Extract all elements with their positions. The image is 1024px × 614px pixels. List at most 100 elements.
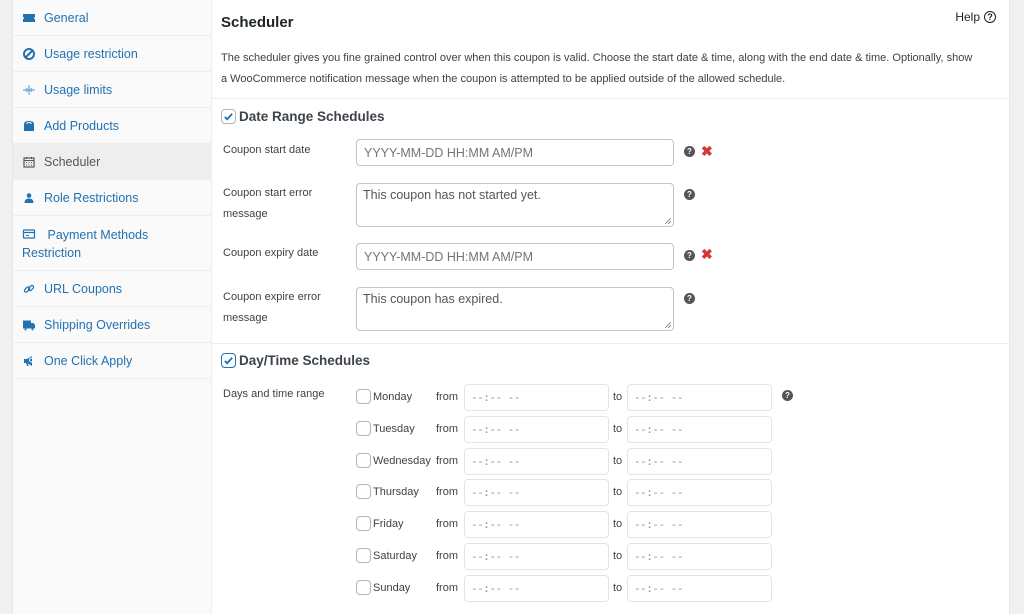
to-time-input[interactable]: --:-- -- bbox=[627, 543, 772, 570]
from-time-input[interactable]: --:-- -- bbox=[464, 511, 609, 538]
label-line-2: message bbox=[223, 208, 268, 220]
day-checkbox[interactable] bbox=[356, 548, 371, 563]
sidebar-item-label: Scheduler bbox=[44, 154, 101, 169]
coupon-start-date-label: Coupon start date bbox=[223, 144, 311, 156]
coupon-expiry-date-input[interactable] bbox=[356, 243, 674, 270]
to-time-input[interactable]: --:-- -- bbox=[627, 575, 772, 602]
help-tip-icon[interactable]: ? bbox=[684, 146, 695, 157]
day-time-header: Day/Time Schedules bbox=[221, 353, 370, 368]
sidebar-item-payment-methods-restriction[interactable]: Payment Methods Restriction bbox=[13, 216, 211, 271]
checkmark-icon bbox=[224, 357, 233, 365]
sidebar-item-usage-limits[interactable]: Usage limits bbox=[13, 72, 211, 108]
sidebar-item-general[interactable]: General bbox=[13, 0, 211, 36]
sidebar-item-label: Role Restrictions bbox=[44, 190, 139, 205]
help-circle-icon: ? bbox=[984, 11, 996, 23]
label-line-1: Coupon start error bbox=[223, 187, 313, 199]
from-label: from bbox=[436, 550, 458, 562]
intro-line-2: a WooCommerce notification message when … bbox=[221, 73, 786, 85]
sidebar-item-url-coupons[interactable]: URL Coupons bbox=[13, 271, 211, 307]
intro-line-1: The scheduler gives you fine grained con… bbox=[221, 52, 973, 64]
limits-icon bbox=[22, 83, 36, 97]
help-button[interactable]: Help ? bbox=[955, 10, 996, 24]
from-time-input[interactable]: --:-- -- bbox=[464, 479, 609, 506]
to-label: to bbox=[613, 582, 623, 594]
help-tip-icon[interactable]: ? bbox=[684, 189, 695, 200]
bag-icon bbox=[22, 119, 36, 133]
day-name: Monday bbox=[373, 391, 413, 403]
sidebar-item-one-click-apply[interactable]: One Click Apply bbox=[13, 343, 211, 379]
help-tip-icon[interactable]: ? bbox=[684, 293, 695, 304]
from-time-input[interactable]: --:-- -- bbox=[464, 575, 609, 602]
truck-icon bbox=[22, 318, 36, 332]
day-name: Thursday bbox=[373, 486, 419, 498]
sidebar-item-label: Usage restriction bbox=[44, 46, 138, 61]
day-checkbox[interactable] bbox=[356, 453, 371, 468]
user-icon bbox=[22, 191, 36, 205]
help-tip-icon[interactable]: ? bbox=[684, 250, 695, 261]
coupon-expiry-date-label: Coupon expiry date bbox=[223, 247, 319, 259]
sidebar-item-scheduler[interactable]: Scheduler bbox=[13, 144, 211, 180]
day-time-checkbox[interactable] bbox=[221, 353, 236, 368]
from-label: from bbox=[436, 582, 458, 594]
to-time-input[interactable]: --:-- -- bbox=[627, 416, 772, 443]
day-checkbox[interactable] bbox=[356, 580, 371, 595]
day-checkbox[interactable] bbox=[356, 516, 371, 531]
help-label: Help bbox=[955, 10, 980, 24]
sidebar-item-label: Payment Methods bbox=[47, 228, 149, 242]
day-checkbox[interactable] bbox=[356, 484, 371, 499]
sidebar-item-label: One Click Apply bbox=[44, 353, 133, 368]
from-time-input[interactable]: --:-- -- bbox=[464, 543, 609, 570]
sidebar-item-add-products[interactable]: Add Products bbox=[13, 108, 211, 144]
resize-handle[interactable] bbox=[665, 218, 671, 224]
sidebar-item-usage-restriction[interactable]: Usage restriction bbox=[13, 36, 211, 72]
sidebar-item-label: Add Products bbox=[44, 118, 120, 133]
section-divider bbox=[212, 98, 1009, 99]
textarea-value: This coupon has expired. bbox=[363, 292, 503, 306]
from-time-input[interactable]: --:-- -- bbox=[464, 416, 609, 443]
to-time-input[interactable]: --:-- -- bbox=[627, 384, 772, 411]
day-checkbox[interactable] bbox=[356, 421, 371, 436]
to-time-input[interactable]: --:-- -- bbox=[627, 448, 772, 475]
date-range-heading: Date Range Schedules bbox=[239, 109, 385, 124]
admin-left-strip bbox=[0, 0, 13, 614]
resize-handle[interactable] bbox=[665, 322, 671, 328]
sidebar-item-role-restrictions[interactable]: Role Restrictions bbox=[13, 180, 211, 216]
coupon-start-date-input[interactable] bbox=[356, 139, 674, 166]
to-label: to bbox=[613, 423, 623, 435]
day-name: Wednesday bbox=[373, 455, 431, 467]
checkmark-icon bbox=[224, 113, 233, 121]
date-range-checkbox[interactable] bbox=[221, 109, 236, 124]
to-time-input[interactable]: --:-- -- bbox=[627, 479, 772, 506]
from-label: from bbox=[436, 518, 458, 530]
to-time-input[interactable]: --:-- -- bbox=[627, 511, 772, 538]
to-label: to bbox=[613, 486, 623, 498]
clear-expiry-date-icon[interactable]: ✖ bbox=[701, 247, 713, 261]
admin-right-strip bbox=[1009, 0, 1024, 614]
coupon-start-error-textarea[interactable]: This coupon has not started yet. bbox=[356, 183, 674, 227]
panel-title: Scheduler bbox=[221, 14, 294, 31]
help-tip-icon[interactable]: ? bbox=[782, 390, 793, 401]
coupon-expire-error-textarea[interactable]: This coupon has expired. bbox=[356, 287, 674, 331]
from-time-input[interactable]: --:-- -- bbox=[464, 448, 609, 475]
sidebar-item-label: Shipping Overrides bbox=[44, 317, 151, 332]
day-row-tuesday: Tuesday from --:-- -- to --:-- -- bbox=[356, 416, 776, 444]
from-label: from bbox=[436, 391, 458, 403]
from-time-input[interactable]: --:-- -- bbox=[464, 384, 609, 411]
link-icon bbox=[22, 282, 36, 296]
day-row-thursday: Thursday from --:-- -- to --:-- -- bbox=[356, 479, 776, 507]
from-label: from bbox=[436, 486, 458, 498]
day-checkbox[interactable] bbox=[356, 389, 371, 404]
to-label: to bbox=[613, 518, 623, 530]
label-line-2: message bbox=[223, 312, 268, 324]
megaphone-icon bbox=[22, 354, 36, 368]
coupon-data-tabs: General Usage restriction Usage limits A… bbox=[13, 0, 212, 614]
from-label: from bbox=[436, 423, 458, 435]
day-name: Sunday bbox=[373, 582, 411, 594]
sidebar-item-shipping-overrides[interactable]: Shipping Overrides bbox=[13, 307, 211, 343]
clear-start-date-icon[interactable]: ✖ bbox=[701, 144, 713, 158]
textarea-value: This coupon has not started yet. bbox=[363, 188, 541, 202]
to-label: to bbox=[613, 455, 623, 467]
day-row-sunday: Sunday from --:-- -- to --:-- -- bbox=[356, 575, 776, 603]
sidebar-item-label: General bbox=[44, 10, 89, 25]
day-name: Tuesday bbox=[373, 423, 415, 435]
